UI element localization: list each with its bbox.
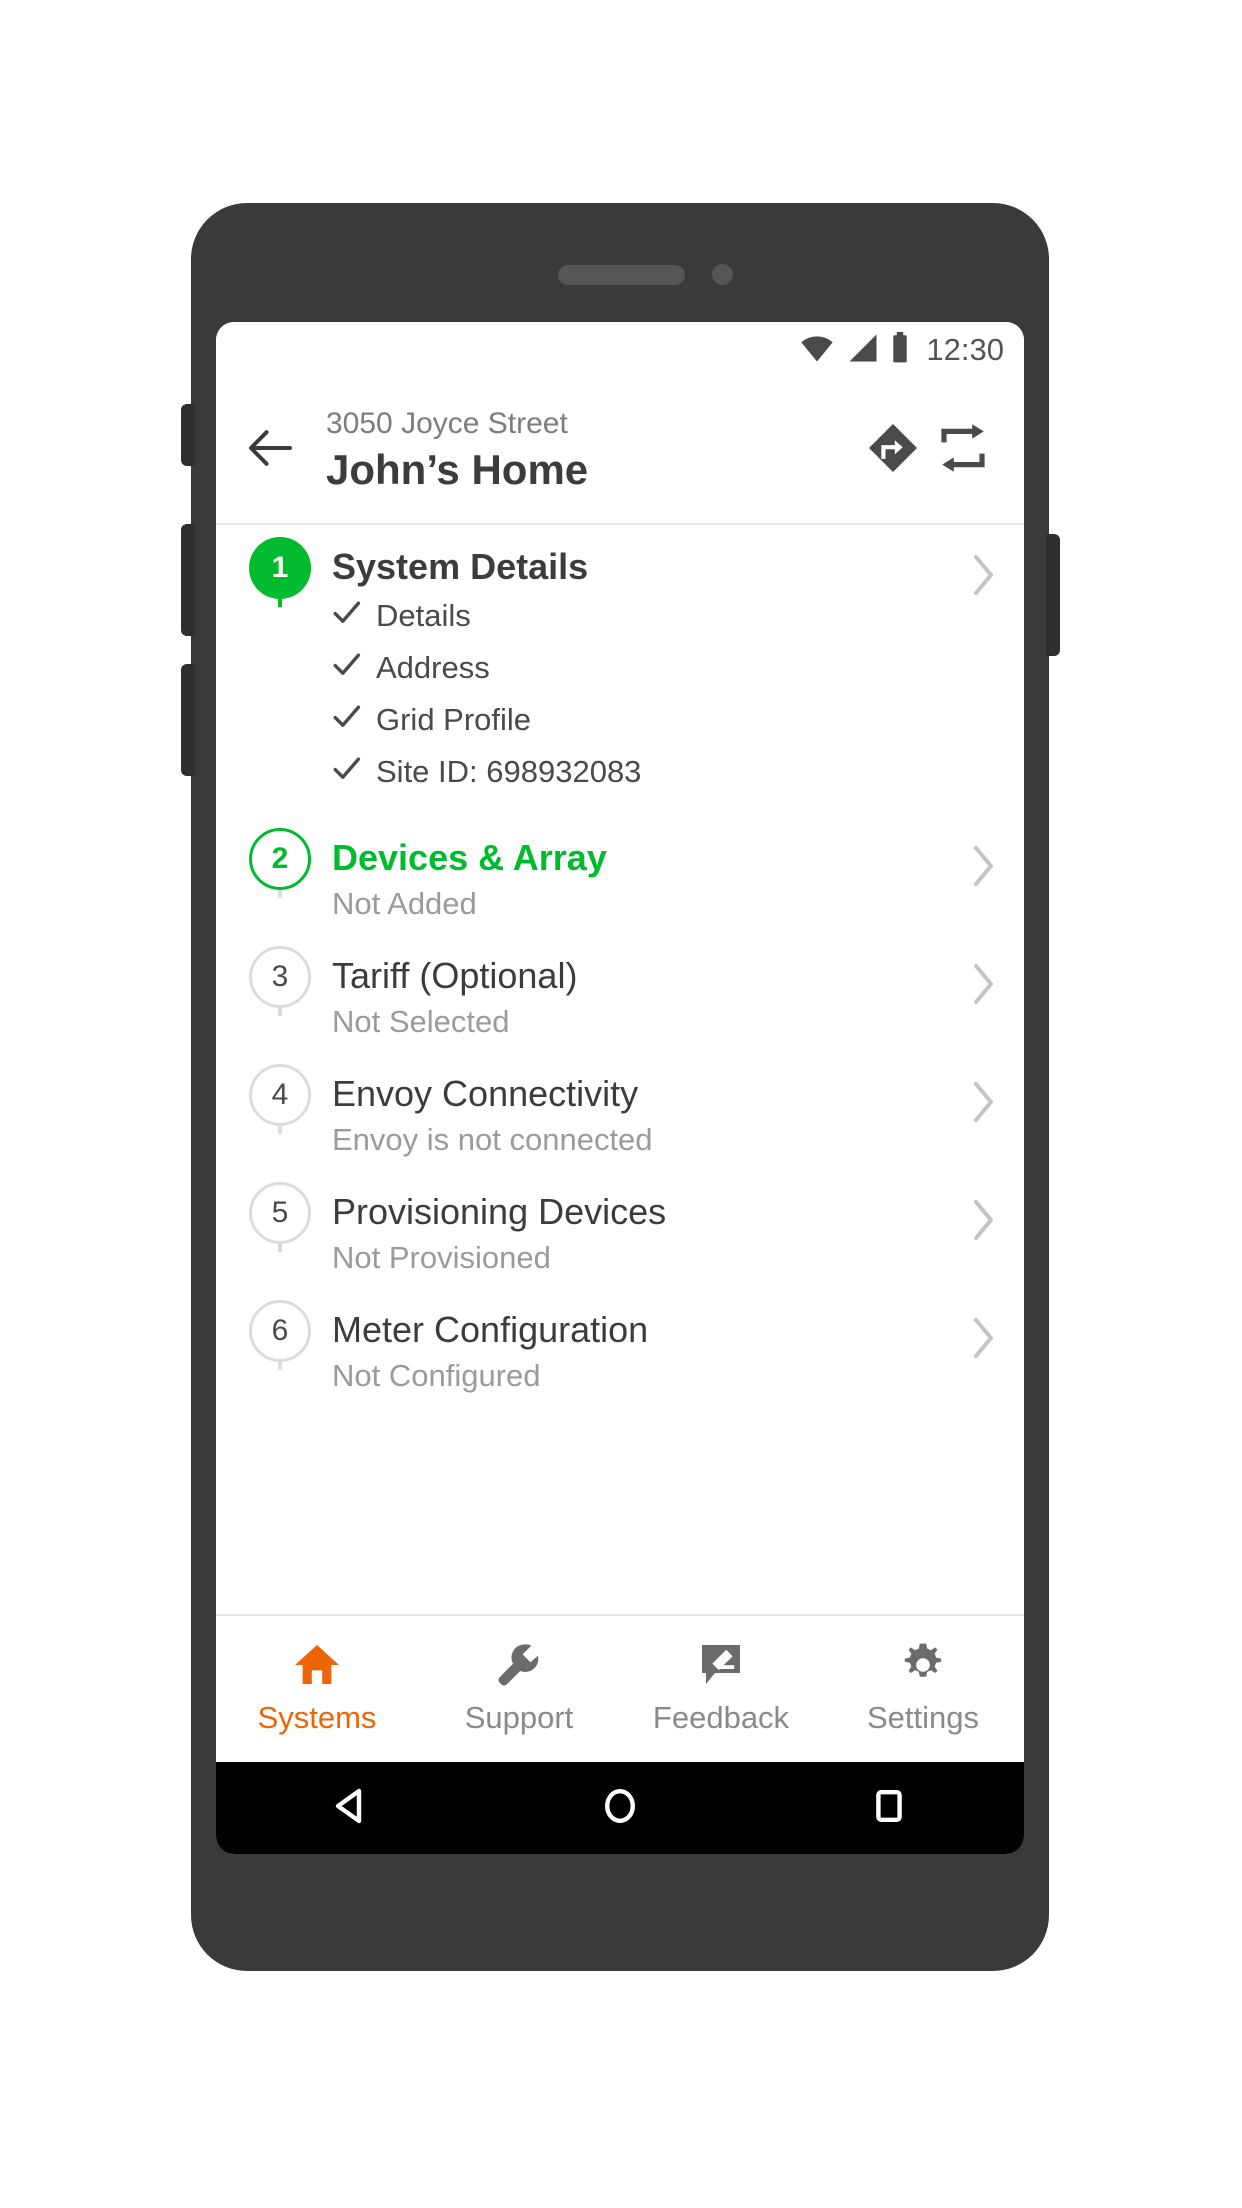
battery-icon: [890, 331, 910, 369]
step-number-badge: 3: [249, 946, 311, 1009]
page-title: John’s Home: [326, 446, 589, 493]
step-row[interactable]: 3 Tariff (Optional) Not Selected: [216, 946, 1024, 1064]
status-bar: 12:30: [216, 322, 1024, 378]
app-header: 3050 Joyce Street John’s Home: [216, 378, 1024, 525]
earpiece-speaker: [558, 265, 685, 285]
chevron-right-icon[interactable]: [968, 946, 998, 1013]
step-body: Devices & Array Not Added: [322, 828, 968, 946]
substep-list: Details Address Grid Profile Site ID: 69893…: [332, 598, 968, 789]
substep-item: Site ID: 698932083: [332, 754, 968, 789]
step-title: Meter Configuration: [332, 1308, 649, 1350]
substep-item: Grid Profile: [332, 702, 968, 737]
android-navigation-bar: [216, 1762, 1024, 1854]
phone-power-button[interactable]: [1046, 534, 1060, 656]
header-titles: 3050 Joyce Street John’s Home: [302, 405, 858, 497]
step-row[interactable]: 1 System Details Details Address Grid Profil…: [216, 537, 1024, 828]
tab-settings[interactable]: Settings: [822, 1616, 1024, 1762]
android-recents-icon: [868, 1785, 910, 1832]
substep-label: Address: [376, 650, 490, 686]
tab-label-systems: Systems: [257, 1700, 377, 1735]
step-body: System Details Details Address Grid Profile…: [322, 537, 968, 828]
cellular-signal-icon: [846, 333, 880, 368]
android-home-button[interactable]: [485, 1784, 754, 1833]
substep-label: Details: [376, 598, 471, 634]
step-marker: 1: [238, 537, 322, 607]
step-number-badge: 2: [249, 828, 311, 891]
step-body: Provisioning Devices Not Provisioned: [322, 1182, 968, 1300]
screenshot-canvas: 12:30 3050 Joyce Street John’s Home 1 Sy…: [0, 0, 1242, 2208]
status-bar-clock: 12:30: [926, 332, 1004, 367]
step-marker: 2: [238, 828, 322, 899]
tab-systems[interactable]: Systems: [216, 1616, 418, 1762]
step-title: Provisioning Devices: [332, 1191, 667, 1232]
step-row[interactable]: 6 Meter Configuration Not Configured: [216, 1299, 1024, 1418]
step-number-badge: 6: [249, 1299, 311, 1362]
substep-label: Site ID: 698932083: [376, 754, 642, 790]
phone-volume-down-button[interactable]: [181, 664, 195, 776]
check-icon: [332, 650, 362, 685]
swap-icon: [937, 423, 989, 478]
android-back-icon: [328, 1783, 374, 1834]
tab-label-feedback: Feedback: [652, 1700, 790, 1735]
tab-label-support: Support: [464, 1700, 574, 1735]
step-status: Not Configured: [332, 1358, 541, 1394]
step-title: System Details: [332, 546, 589, 587]
step-body: Tariff (Optional) Not Selected: [322, 946, 968, 1064]
directions-button[interactable]: [858, 416, 928, 486]
chevron-right-icon[interactable]: [968, 1064, 998, 1131]
setup-steps-list: 1 System Details Details Address Grid Profil…: [216, 525, 1024, 1614]
step-status: Envoy is not connected: [332, 1122, 653, 1158]
step-title: Envoy Connectivity: [332, 1073, 639, 1115]
tab-feedback[interactable]: Feedback: [620, 1616, 822, 1762]
chevron-right-icon[interactable]: [968, 537, 998, 604]
chevron-right-icon[interactable]: [968, 1300, 998, 1367]
feedback-icon: [699, 1642, 743, 1690]
gear-icon: [900, 1642, 946, 1690]
tab-support[interactable]: Support: [418, 1616, 620, 1762]
substep-label: Grid Profile: [376, 702, 532, 738]
chevron-right-icon[interactable]: [968, 828, 998, 895]
step-status: Not Added: [332, 886, 477, 922]
step-body: Envoy Connectivity Envoy is not connected: [322, 1064, 968, 1182]
step-marker: 4: [238, 1064, 322, 1135]
android-back-button[interactable]: [216, 1783, 485, 1834]
step-row[interactable]: 5 Provisioning Devices Not Provisioned: [216, 1182, 1024, 1300]
step-number-badge: 1: [249, 537, 311, 599]
swap-button[interactable]: [928, 416, 998, 486]
step-marker: 6: [238, 1299, 322, 1370]
step-row[interactable]: 4 Envoy Connectivity Envoy is not connecte…: [216, 1064, 1024, 1182]
phone-side-button-top[interactable]: [181, 404, 195, 466]
home-icon: [293, 1642, 341, 1690]
arrow-left-icon: [247, 428, 293, 473]
check-icon: [332, 598, 362, 633]
step-status: Not Provisioned: [332, 1240, 551, 1276]
bottom-tab-bar: Systems Support Feedback Settings: [216, 1614, 1024, 1762]
phone-volume-up-button[interactable]: [181, 524, 195, 636]
front-camera-icon: [712, 264, 733, 285]
step-number-badge: 4: [249, 1064, 311, 1127]
step-marker: 5: [238, 1182, 322, 1252]
step-body: Meter Configuration Not Configured: [322, 1300, 968, 1418]
step-title: Tariff (Optional): [332, 955, 578, 997]
phone-screen: 12:30 3050 Joyce Street John’s Home 1 Sy…: [216, 322, 1024, 1854]
substep-item: Details: [332, 598, 968, 633]
wifi-icon: [798, 333, 836, 368]
step-title: Devices & Array: [332, 837, 607, 879]
wrench-icon: [496, 1642, 542, 1690]
check-icon: [332, 702, 362, 737]
step-status: Not Selected: [332, 1004, 510, 1040]
substep-item: Address: [332, 650, 968, 685]
site-address: 3050 Joyce Street: [326, 406, 568, 440]
step-marker: 3: [238, 946, 322, 1017]
step-number-badge: 5: [249, 1182, 311, 1244]
directions-icon: [867, 422, 919, 479]
chevron-right-icon[interactable]: [968, 1182, 998, 1249]
step-row[interactable]: 2 Devices & Array Not Added: [216, 828, 1024, 946]
android-home-icon: [598, 1784, 642, 1833]
android-recents-button[interactable]: [755, 1785, 1024, 1832]
check-icon: [332, 754, 362, 789]
back-button[interactable]: [238, 419, 302, 483]
tab-label-settings: Settings: [866, 1700, 979, 1735]
